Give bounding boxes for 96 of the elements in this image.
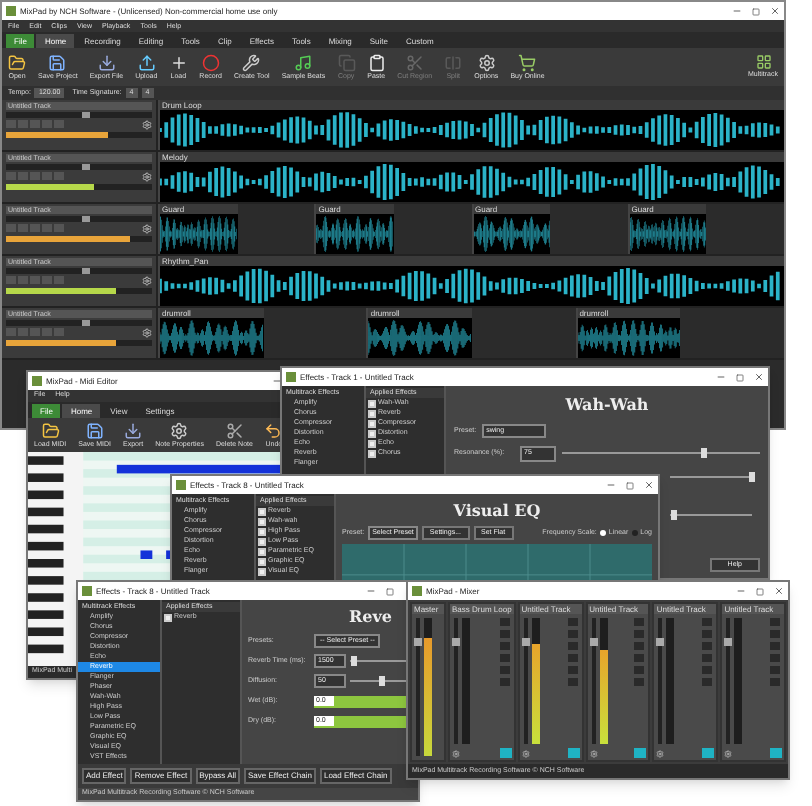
app-icon — [6, 6, 16, 16]
settings-icon[interactable] — [589, 749, 598, 757]
checkbox[interactable] — [368, 429, 376, 437]
minimize-icon[interactable] — [366, 586, 376, 596]
effect-heading: Wah-Wah — [563, 392, 651, 416]
app-icon — [176, 480, 186, 490]
maximize-icon[interactable] — [736, 373, 744, 381]
floppy-icon — [48, 53, 67, 71]
waveform-drawing — [316, 214, 394, 254]
settings-icon[interactable] — [142, 172, 152, 182]
minimize-icon[interactable] — [736, 586, 746, 596]
minimize-icon[interactable] — [732, 6, 742, 16]
color-swatch[interactable] — [769, 748, 782, 758]
color-swatch[interactable] — [567, 748, 580, 758]
slider-thumb[interactable] — [82, 268, 91, 274]
checkbox[interactable] — [368, 449, 376, 457]
maximize-icon[interactable] — [626, 481, 634, 489]
volume-slider[interactable] — [6, 112, 152, 118]
settings-icon[interactable] — [452, 749, 460, 757]
checkbox[interactable] — [258, 547, 266, 555]
music-note-icon — [294, 53, 313, 71]
app-icon — [82, 586, 92, 596]
color-swatch[interactable] — [634, 748, 647, 758]
checkbox[interactable] — [368, 419, 376, 427]
volume-slider[interactable] — [6, 320, 152, 326]
plus-icon — [169, 53, 188, 71]
waveform-drawing — [368, 318, 473, 358]
maximize-icon[interactable] — [752, 7, 760, 15]
copy-icon — [337, 53, 356, 71]
wrench-icon — [242, 53, 261, 71]
scissors-icon — [405, 53, 424, 71]
folder-icon — [8, 53, 26, 71]
settings-icon[interactable] — [656, 749, 665, 757]
upload-icon — [137, 53, 156, 71]
slider-thumb[interactable] — [749, 471, 755, 481]
app-icon — [32, 376, 42, 386]
waveform-drawing — [160, 214, 238, 254]
cart-icon — [518, 53, 537, 71]
slider-thumb[interactable] — [378, 676, 384, 686]
settings-icon[interactable] — [521, 749, 530, 757]
maximize-icon[interactable] — [756, 587, 764, 595]
clipboard-icon — [367, 53, 386, 71]
effect-heading: Reve — [347, 604, 394, 628]
scissors-icon — [225, 421, 244, 439]
slider-thumb[interactable] — [82, 164, 91, 170]
app-icon — [286, 372, 296, 382]
settings-icon[interactable] — [142, 120, 152, 130]
minimize-icon[interactable] — [272, 376, 282, 386]
checkbox[interactable] — [258, 567, 266, 575]
split-icon — [444, 53, 463, 71]
slider-thumb[interactable] — [671, 509, 678, 519]
folder-icon — [41, 421, 60, 439]
settings-icon[interactable] — [724, 749, 733, 757]
checkbox[interactable] — [258, 527, 266, 535]
settings-icon — [170, 421, 189, 439]
volume-slider[interactable] — [6, 268, 152, 274]
slider-thumb[interactable] — [350, 656, 357, 666]
checkbox[interactable] — [368, 399, 376, 407]
undo-icon — [264, 421, 283, 439]
fader[interactable] — [658, 618, 663, 744]
slider-thumb[interactable] — [82, 216, 91, 222]
slider-thumb[interactable] — [82, 112, 91, 118]
settings-icon — [477, 53, 496, 71]
radio-button[interactable] — [600, 530, 607, 537]
checkbox[interactable] — [258, 557, 266, 565]
checkbox[interactable] — [258, 537, 266, 545]
floppy-icon — [85, 421, 104, 439]
slider-thumb[interactable] — [701, 448, 708, 459]
minimize-icon[interactable] — [716, 372, 726, 382]
waveform-drawing — [577, 318, 681, 358]
download-icon — [97, 53, 116, 71]
waveform-drawing — [160, 318, 264, 358]
volume-slider[interactable] — [6, 216, 152, 222]
maximize-icon[interactable] — [386, 587, 394, 595]
grid-icon — [755, 54, 771, 70]
checkbox[interactable] — [258, 507, 266, 515]
settings-icon[interactable] — [142, 276, 152, 286]
checkbox[interactable] — [258, 517, 266, 525]
fader[interactable] — [726, 618, 731, 744]
checkbox[interactable] — [164, 613, 172, 621]
download-icon — [124, 421, 143, 439]
waveform-drawing — [629, 214, 707, 254]
minimize-icon[interactable] — [606, 480, 616, 490]
color-swatch[interactable] — [702, 748, 715, 758]
app-icon — [412, 586, 422, 596]
effect-heading: Visual EQ — [451, 498, 543, 522]
waveform-drawing — [473, 214, 551, 254]
checkbox[interactable] — [368, 409, 376, 417]
radio-button[interactable] — [632, 530, 639, 537]
settings-icon[interactable] — [142, 224, 152, 234]
color-swatch[interactable] — [499, 748, 512, 758]
slider-thumb[interactable] — [82, 320, 91, 326]
record-icon — [201, 53, 220, 71]
volume-slider[interactable] — [6, 164, 152, 170]
settings-icon[interactable] — [142, 328, 152, 338]
checkbox[interactable] — [368, 439, 376, 447]
